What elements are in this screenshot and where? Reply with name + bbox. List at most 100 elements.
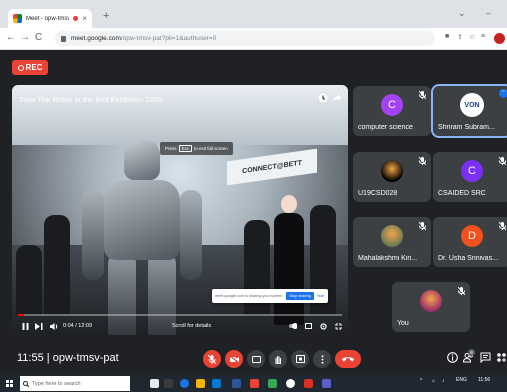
tab-close-icon[interactable]: × [82,14,87,23]
watch-later-icon[interactable] [318,93,328,103]
stop-sharing-button[interactable]: Stop sharing [286,292,314,300]
powerpoint-icon[interactable] [304,379,313,388]
share-video-icon[interactable] [332,93,342,103]
recording-dot-icon [73,16,79,21]
network-icon[interactable]: ⌂ [432,378,435,384]
robot-figure [82,140,202,335]
hand-icon [275,355,282,364]
meeting-info: 11:55 | opw-tmsv-pat [17,352,119,364]
excel-icon[interactable] [268,379,277,388]
reload-icon[interactable]: C [35,32,42,43]
mic-toggle-button[interactable] [203,350,221,368]
hint-press: Press [165,146,177,151]
muted-mic-icon [499,157,506,165]
exit-fullscreen-icon[interactable] [335,322,342,330]
present-now-button[interactable] [291,350,309,368]
participant-name: Dr. Usha Srinivas... [438,255,498,262]
bookmark-star-icon[interactable]: ☆ [469,33,475,41]
search-icon [23,380,29,387]
teams-icon[interactable] [322,379,331,388]
meeting-control-bar: 11:55 | opw-tmsv-pat 8 [0,340,507,375]
ceiling [12,85,348,145]
browser-toolbar: ← → C meet.google.com /opw-tmsv-pat?pli=… [0,28,507,50]
presentation-stage[interactable]: CONNECT@BETT Titan The Robot at the Bett… [12,85,348,335]
taskbar-search-placeholder: Type here to search [32,380,81,387]
store-icon[interactable] [212,379,221,388]
muted-mic-icon [419,222,426,230]
chrome-icon[interactable] [286,379,295,388]
volume-icon[interactable] [50,322,59,330]
camera-off-icon [229,355,239,363]
word-icon[interactable] [232,379,241,388]
participant-tile[interactable]: VON ⋯ Shriram Subram... [431,84,507,138]
back-icon[interactable]: ← [6,32,16,43]
captions-button[interactable] [247,350,265,368]
pause-icon[interactable] [22,322,29,330]
settings-gear-icon[interactable] [320,322,327,330]
participant-name: Shriram Subram... [438,124,495,131]
participant-logo: VON [460,93,484,117]
participant-tile[interactable]: You [392,282,470,332]
share-icon[interactable]: ⇪ [457,33,463,41]
widgets-icon[interactable] [164,379,173,388]
chat-icon[interactable] [480,352,491,363]
participant-tile[interactable]: U19CSD028 [353,152,431,202]
bystander [16,245,42,315]
end-call-icon [342,357,354,362]
taskbar-clock[interactable]: 11:56 [478,377,490,383]
record-icon [17,64,24,71]
participant-tile[interactable]: D Dr. Usha Srinivas... [433,217,507,267]
tray-chevron-icon[interactable]: ^ [420,378,422,384]
meeting-time: 11:55 [17,352,44,364]
video-controls: 0:04 / 12:09 Scroll for details [22,321,342,331]
participant-name: CSAIDED SRC [438,190,486,197]
video-progress-bar[interactable] [18,314,342,316]
taskbar-search[interactable]: Type here to search [20,376,130,391]
activities-icon[interactable] [496,352,507,363]
autoplay-toggle-icon[interactable] [289,322,297,329]
tab-search-icon[interactable]: ⌄ [458,8,466,19]
task-view-icon[interactable] [150,379,159,388]
office-icon[interactable] [250,379,259,388]
lock-icon [61,35,66,42]
forward-icon[interactable]: → [20,32,30,43]
new-tab-button[interactable]: + [103,10,109,22]
muted-mic-icon [458,287,465,295]
participant-photo [420,290,442,312]
participant-tile[interactable]: C CSAIDED SRC [433,152,507,202]
screen-share-bar: meet.google.com is sharing your screen. … [212,289,328,303]
next-icon[interactable] [35,322,44,330]
muted-mic-icon [419,157,426,165]
mic-off-icon [208,354,216,364]
more-options-button[interactable] [313,350,331,368]
address-bar[interactable]: meet.google.com /opw-tmsv-pat?pli=1&auth… [55,31,435,46]
more-options-icon[interactable]: ⋯ [499,89,507,98]
camera-in-use-icon[interactable]: ■ [445,33,449,40]
meeting-code: opw-tmsv-pat [52,352,119,364]
language-indicator[interactable]: ENG [456,377,467,383]
edge-icon[interactable] [180,379,189,388]
muted-mic-icon [499,222,506,230]
file-explorer-icon[interactable] [196,379,205,388]
url-path: /opw-tmsv-pat?pli=1&authuser=0 [120,35,217,42]
participant-tile[interactable]: Mahalakshmi Kiri... [353,217,431,267]
volume-tray-icon[interactable]: ♪ [442,378,445,384]
participant-name: You [397,320,409,327]
minimize-button[interactable]: – [486,8,491,18]
participant-tile[interactable]: Ccomputer science [353,86,431,136]
tab-title: Meet - opw-tmsv-pat [26,15,70,22]
leave-call-button[interactable] [335,350,361,368]
meeting-details-icon[interactable] [447,352,458,363]
participant-avatar: C [381,94,403,116]
hide-button[interactable]: Hide [317,294,325,298]
camera-toggle-button[interactable] [225,350,243,368]
profile-avatar[interactable] [494,33,505,44]
participant-photo [381,160,403,182]
tab-meet[interactable]: Meet - opw-tmsv-pat × [8,9,92,28]
extensions-icon[interactable]: ≡ [481,33,485,40]
captions-icon[interactable] [305,322,312,329]
raise-hand-button[interactable] [269,350,287,368]
windows-start-icon[interactable] [6,380,13,387]
rec-label: REC [25,63,43,72]
progress-fill [18,314,25,316]
